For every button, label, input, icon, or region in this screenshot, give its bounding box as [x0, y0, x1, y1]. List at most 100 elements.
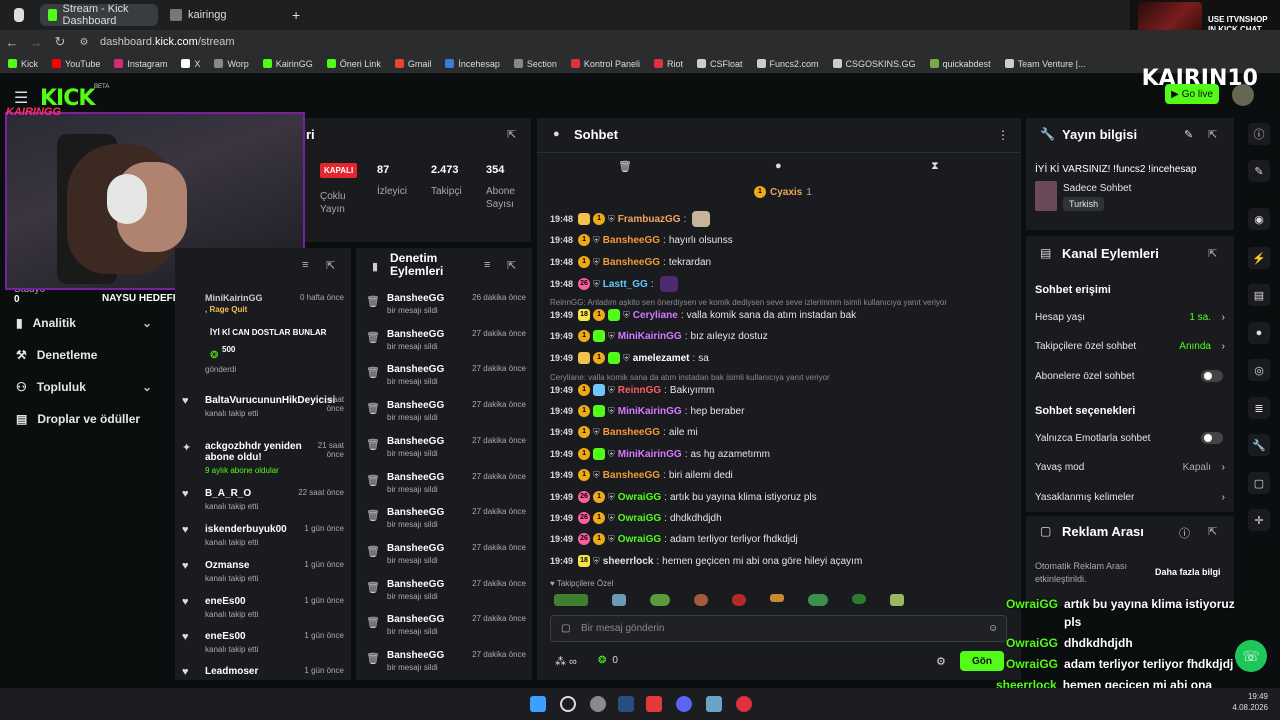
windows-start-icon[interactable] [530, 696, 546, 712]
setting-row[interactable]: Yavaş mod Kapalı › [1035, 462, 1225, 473]
list-item[interactable]: İYİ Kİ CAN DOSTLAR BUNLAR 500 [184, 328, 344, 354]
chat-username[interactable]: sheerrlock [603, 556, 654, 567]
list-item[interactable]: ♥ B_A_R_O kanalı takip etti 22 saat önce [182, 488, 344, 511]
emote-icon[interactable] [694, 594, 708, 606]
chat-message[interactable]: 19:49 26 1 ⛨ OwraiGG: adam terliyor terliyor … [550, 531, 1010, 547]
bookmark-item[interactable]: Funcs2.com [756, 59, 819, 69]
tab-kairingg[interactable]: kairingg [162, 4, 282, 26]
list-item[interactable]: ♥ iskenderbuyuk00 kanalı takip etti 1 gün ö… [182, 524, 344, 547]
search-icon[interactable] [560, 696, 576, 712]
toggle-switch[interactable] [1201, 370, 1223, 382]
filter-icon[interactable]: ≡ [302, 259, 308, 271]
table-row[interactable]: 🗑 BansheeGG bir mesajı sildi 27 dakika önce [366, 472, 526, 508]
chat-message[interactable]: 19:49 26 1 ⛨ OwraiGG: artık bu yayına klima i… [550, 489, 1010, 505]
emote-icon[interactable] [890, 594, 904, 606]
info-icon[interactable]: ⓘ [1179, 525, 1190, 541]
send-button[interactable]: Gön [960, 651, 1004, 671]
channel-points[interactable]: ❂ 0 [598, 655, 618, 666]
chat-username[interactable]: OwraiGG [618, 492, 661, 503]
chat-username[interactable]: Lastt_GG [603, 279, 648, 290]
table-row[interactable]: 🗑 BansheeGG bir mesajı sildi 27 dakika önce [366, 579, 526, 615]
table-row[interactable]: 🗑 BansheeGG bir mesajı sildi 27 dakika önce [366, 400, 526, 436]
discord-icon[interactable] [676, 696, 692, 712]
chat-message[interactable]: 19:48 1 ⛨ BansheeGG: hayırlı olsunss [550, 232, 1010, 248]
pinned-gifter[interactable]: 1 Cyaxis 1 [754, 186, 812, 198]
document-icon[interactable]: ▤ [1248, 284, 1270, 306]
list-item[interactable]: ♥ eneEs00 kanalı takip etti 1 gün önce [182, 596, 344, 619]
info-icon[interactable]: ⓘ [1248, 123, 1270, 145]
table-row[interactable]: 🗑 BansheeGG bir mesajı sildi 27 dakika önce [366, 507, 526, 543]
expand-icon[interactable]: ⇱ [1208, 525, 1217, 538]
bookmark-item[interactable]: Instagram [114, 59, 167, 69]
chat-username[interactable]: MiniKairinGG [618, 331, 682, 342]
table-row[interactable]: 🗑 BansheeGG bir mesajı sildi 27 dakika önce [366, 614, 526, 650]
table-row[interactable]: 🗑 BansheeGG bir mesajı sildi 27 dakika önce [366, 364, 526, 400]
chat-message[interactable]: 19:49 1 ⛨ BansheeGG: biri ailemi dedi [550, 467, 1010, 483]
bookmark-item[interactable]: İncehesap [445, 59, 500, 69]
sidebar-item-drops[interactable]: ▤ Droplar ve ödüller [16, 412, 140, 426]
chat-username[interactable]: OwraiGG [618, 513, 661, 524]
ad-break-link[interactable]: Daha fazla bilgi [1155, 567, 1221, 577]
list-item[interactable]: ♥ eneEs00 kanalı takip etti 1 gün önce [182, 631, 344, 654]
expand-icon[interactable]: ⇱ [1208, 128, 1217, 141]
tab-kick-dashboard[interactable]: Stream - Kick Dashboard [40, 3, 158, 27]
trash-icon[interactable]: 🗑 [618, 160, 632, 173]
chat-username[interactable]: MiniKairinGG [618, 449, 682, 460]
bookmark-item[interactable]: quickabdest [929, 59, 991, 69]
bookmark-item[interactable]: X [181, 59, 200, 69]
sidebar-item-moderation[interactable]: ⚒ Denetleme [16, 348, 97, 362]
chat-icon[interactable]: ● [775, 160, 782, 172]
reload-icon[interactable]: ↻ [48, 34, 72, 50]
list-item[interactable]: ♥ Ozmanse kanalı takip etti 1 gün önce [182, 560, 344, 583]
chat-username[interactable]: amelezamet [633, 353, 690, 364]
chat-username[interactable]: BansheeGG [603, 470, 660, 481]
list-item[interactable]: ♥ BaltaVurucununHikDeyicisi kanalı takip e… [182, 395, 344, 418]
browser-menu-button[interactable] [6, 4, 32, 26]
bookmark-item[interactable]: Gmail [394, 59, 431, 69]
filter-icon[interactable]: ≡ [484, 259, 490, 271]
site-settings-icon[interactable]: ⚙ [72, 37, 96, 48]
chat-username[interactable]: OwraiGG [618, 534, 661, 545]
emote-icon[interactable] [852, 594, 866, 604]
bookmark-item[interactable]: Kick [8, 59, 38, 69]
camera-icon[interactable]: ◉ [1248, 208, 1270, 230]
hourglass-icon[interactable]: ⧗ [931, 160, 939, 173]
bookmark-item[interactable]: Section [513, 59, 557, 69]
chat-username[interactable]: BansheeGG [603, 257, 660, 268]
app-icon[interactable] [590, 696, 606, 712]
list-item[interactable]: ♥ Leadmoser 1 gün önce [182, 666, 344, 680]
forward-icon[interactable]: → [24, 35, 48, 50]
window-icon[interactable]: ▢ [1248, 472, 1270, 494]
chat-username[interactable]: BansheeGG [603, 235, 660, 246]
chat-settings-icon[interactable]: ⚙ [936, 655, 946, 668]
table-row[interactable]: 🗑 BansheeGG bir mesajı sildi 27 dakika önce [366, 329, 526, 365]
table-row[interactable]: 🗑 BansheeGG bir mesajı sildi 26 dakika önce [366, 293, 526, 329]
setting-row[interactable]: Abonelere özel sohbet [1035, 370, 1225, 382]
chat-message[interactable]: 19:49 18 1 ⛨ Ceryliane: valla komik sana da a… [550, 307, 1010, 323]
chat-message[interactable]: 19:48 1 ⛨ BansheeGG: tekrardan [550, 254, 1010, 270]
steam-icon[interactable] [618, 696, 634, 712]
expand-icon[interactable]: ⇱ [507, 259, 516, 272]
url-field[interactable]: dashboard.kick.com/stream [100, 36, 235, 48]
lightning-icon[interactable]: ⚡ [1248, 247, 1270, 269]
bookmark-item[interactable]: CSFloat [696, 59, 743, 69]
infinity-icon[interactable]: ⁂ ∞ [555, 655, 577, 668]
hamburger-menu-icon[interactable]: ☰ [14, 88, 28, 108]
emote-icon[interactable] [650, 594, 670, 606]
chat-icon[interactable]: ● [1248, 322, 1270, 344]
bookmark-item[interactable]: Team Venture |... [1004, 59, 1085, 69]
chat-message[interactable]: 19:48 1 ⛨ FrambuazGG: [550, 211, 1010, 227]
setting-row[interactable]: Hesap yaşı 1 sa. › [1035, 312, 1225, 323]
bookmark-item[interactable]: Öneri Link [326, 59, 381, 69]
more-options-icon[interactable]: ⋮ [997, 128, 1009, 142]
chat-message[interactable]: 19:49 1 ⛨ amelezamet: sa [550, 350, 1010, 366]
new-tab-button[interactable]: + [284, 4, 304, 26]
vivaldi-icon[interactable] [646, 696, 662, 712]
expand-icon[interactable]: ⇱ [326, 259, 335, 272]
toggle-switch[interactable] [1201, 432, 1223, 444]
expand-icon[interactable]: ⇱ [1208, 247, 1217, 260]
app-icon[interactable] [736, 696, 752, 712]
chat-message[interactable]: 19:49 1 ⛨ MiniKairinGG: bız aıleyız dostuz [550, 328, 1010, 344]
chat-input[interactable]: ▢ Bir mesaj gönderin ☺ [550, 615, 1007, 642]
wrench-icon[interactable]: 🔧 [1248, 434, 1270, 456]
